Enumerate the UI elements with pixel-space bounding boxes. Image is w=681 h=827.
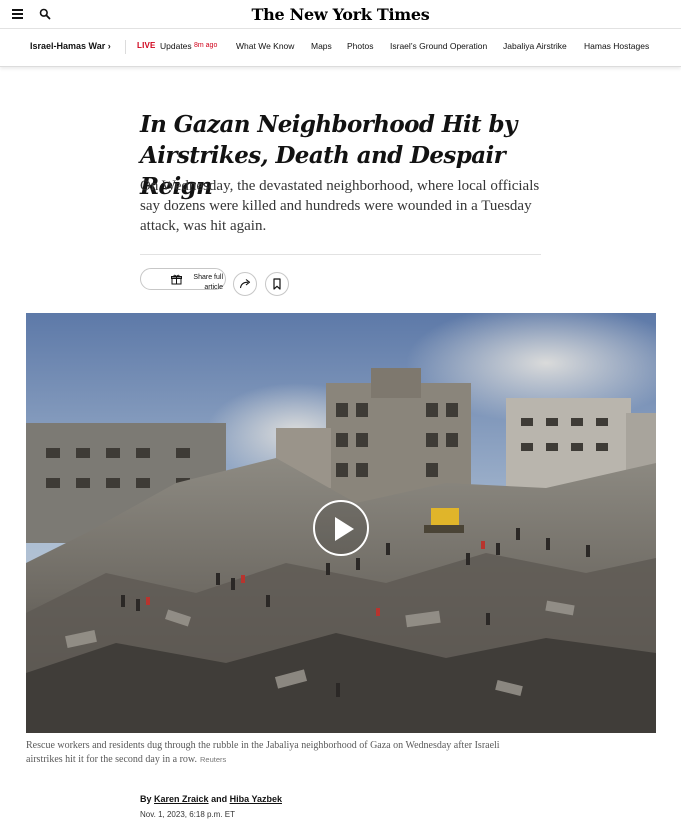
byline: By Karen Zraick and Hiba Yazbek bbox=[140, 794, 282, 804]
nav-link-what-we-know[interactable]: What We Know bbox=[236, 41, 294, 51]
byline-prefix: By bbox=[140, 794, 152, 804]
nav-link-jabaliya-airstrike[interactable]: Jabaliya Airstrike bbox=[503, 41, 567, 51]
share-full-article-label: Share full article bbox=[187, 273, 223, 293]
bookmark-icon bbox=[273, 278, 281, 290]
play-icon bbox=[335, 517, 354, 541]
byline-conjunction: and bbox=[211, 794, 228, 804]
media-caption: Rescue workers and residents dug through… bbox=[26, 739, 526, 767]
nav-updates-time: 8m ago bbox=[194, 42, 218, 49]
headline-line-1: In Gazan Neighborhood Hit by bbox=[140, 111, 517, 138]
photo-credit: Reuters bbox=[199, 755, 227, 764]
nav-link-hamas-hostages[interactable]: Hamas Hostages bbox=[584, 41, 649, 51]
nav-link-ground-operation[interactable]: Israel’s Ground Operation bbox=[390, 41, 487, 51]
share-button[interactable] bbox=[233, 272, 257, 296]
author-link-1[interactable]: Karen Zraick bbox=[154, 794, 209, 804]
nav-link-maps[interactable]: Maps bbox=[311, 41, 332, 51]
article-summary: On Wednesday, the devastated neighborhoo… bbox=[140, 178, 540, 234]
nav-updates-link[interactable]: Updates bbox=[160, 41, 192, 51]
section-nav: Israel-Hamas War › LIVE Updates 8m ago W… bbox=[0, 29, 681, 67]
save-article-button[interactable] bbox=[265, 272, 289, 296]
gift-icon bbox=[171, 274, 182, 285]
share-label-line-1: Share full bbox=[193, 274, 223, 281]
publish-date: Nov. 1, 2023, 6:18 p.m. ET bbox=[140, 810, 236, 819]
author-link-2[interactable]: Hiba Yazbek bbox=[230, 794, 282, 804]
article-video[interactable] bbox=[26, 313, 656, 733]
nav-section-label: Israel-Hamas War bbox=[30, 41, 106, 51]
live-badge[interactable]: LIVE bbox=[137, 41, 156, 50]
masthead: The New York Times bbox=[0, 0, 681, 29]
nav-divider bbox=[125, 40, 126, 54]
caption-text: Rescue workers and residents dug through… bbox=[26, 740, 500, 765]
nav-section-link[interactable]: Israel-Hamas War › bbox=[30, 41, 111, 51]
divider bbox=[140, 254, 541, 255]
nyt-logo[interactable]: The New York Times bbox=[0, 5, 681, 24]
share-full-article-button[interactable]: Share full article bbox=[140, 268, 226, 293]
share-label-line-2: article bbox=[204, 284, 223, 291]
play-button[interactable] bbox=[313, 500, 369, 556]
share-arrow-icon bbox=[239, 279, 251, 289]
nav-link-photos[interactable]: Photos bbox=[347, 41, 373, 51]
chevron-right-icon: › bbox=[107, 41, 111, 51]
